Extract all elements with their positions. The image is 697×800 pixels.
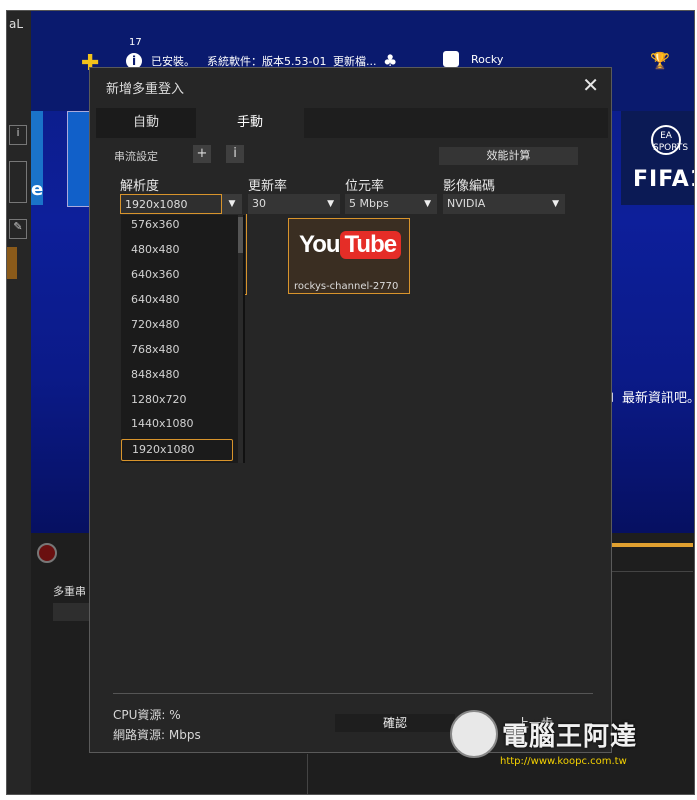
sidebar-panel-box[interactable] (9, 161, 27, 203)
resolution-dropdown-list: 576x360 480x480 640x360 640x480 720x480 … (121, 215, 245, 463)
resolution-option[interactable]: 640x360 (131, 268, 180, 281)
sidebar-active-marker (7, 247, 17, 279)
refresh-rate-value: 30 (252, 197, 266, 210)
stream-settings-label: 串流設定 (114, 150, 158, 163)
youtube-channel-card[interactable]: You Tube rockys-channel-2770 (288, 218, 410, 294)
resolution-label: 解析度 (120, 179, 160, 194)
multi-stream-label: 多重串 (53, 585, 86, 598)
refresh-rate-select[interactable]: 30 ▼ (248, 194, 340, 214)
encoder-select[interactable]: NVIDIA ▼ (443, 194, 565, 214)
close-icon[interactable]: ✕ (582, 73, 599, 97)
resolution-option[interactable]: 480x480 (131, 243, 180, 256)
resolution-chevron-down-icon[interactable]: ▼ (222, 194, 242, 214)
tab-manual[interactable]: 手動 (196, 108, 304, 138)
mode-tabs: 自動 手動 (96, 108, 608, 138)
chevron-down-icon: ▼ (327, 199, 334, 209)
game-side-text: 〕最新資訊吧。 (609, 391, 694, 406)
site-watermark: 電腦王阿達 http://www.koopc.com.tw (450, 706, 680, 776)
lower-divider (607, 571, 693, 572)
dropdown-scroll-thumb[interactable] (238, 217, 243, 253)
info-button[interactable]: i (226, 145, 244, 163)
sidebar-logo: aL (9, 17, 24, 31)
notification-count: 17 (129, 37, 142, 48)
lower-vertical-divider (307, 754, 308, 794)
left-sidebar: aL i ✎ (7, 11, 31, 794)
user-avatar-icon (443, 51, 459, 67)
ea-sports-badge: EA SPORTS (651, 125, 688, 155)
resolution-option[interactable]: 720x480 (131, 318, 180, 331)
sidebar-info-button[interactable]: i (9, 125, 27, 145)
fifa-tile: EA SPORTS FIFA1 (621, 111, 694, 205)
resolution-option[interactable]: 768x480 (131, 343, 180, 356)
progress-accent (607, 543, 693, 547)
tab-auto[interactable]: 自動 (96, 108, 196, 138)
dialog-footer-divider (113, 693, 593, 694)
sidebar-edit-icon[interactable]: ✎ (9, 219, 27, 239)
add-stream-button[interactable]: + (193, 145, 211, 163)
resolution-option[interactable]: 1440x1080 (131, 417, 194, 430)
resolution-option[interactable]: 848x480 (131, 368, 180, 381)
bitrate-value: 5 Mbps (349, 197, 389, 210)
bitrate-select[interactable]: 5 Mbps ▼ (345, 194, 437, 214)
refresh-rate-label: 更新率 (248, 179, 288, 194)
watermark-url: http://www.koopc.com.tw (500, 756, 627, 767)
resolution-option[interactable]: 640x480 (131, 293, 180, 306)
channel-name: rockys-channel-2770 (294, 281, 399, 292)
mascot-face-icon (450, 710, 498, 758)
trophy-icon: 🏆 (650, 51, 670, 70)
encoder-label: 影像編碼 (443, 179, 496, 194)
network-usage-label: 網路資源: Mbps (113, 728, 201, 742)
tile-letter: e (31, 179, 44, 200)
resolution-select[interactable]: 1920x1080 (120, 194, 222, 214)
resolution-option[interactable]: 576x360 (131, 218, 180, 231)
watermark-text: 電腦王阿達 (502, 722, 638, 752)
performance-calc-button[interactable]: 效能計算 (439, 147, 578, 165)
youtube-logo: You Tube (299, 231, 402, 259)
cpu-usage-label: CPU資源: % (113, 708, 181, 722)
lower-control-box[interactable] (53, 603, 93, 621)
chevron-down-icon: ▼ (552, 199, 559, 209)
confirm-button[interactable]: 確認 (335, 714, 455, 732)
bitrate-label: 位元率 (345, 179, 385, 194)
record-button[interactable] (37, 543, 57, 563)
add-multi-login-dialog: 新增多重登入 ✕ 自動 手動 串流設定 + i 效能計算 解析度 更新率 位元率… (89, 67, 612, 753)
fifa-title: FIFA1 (633, 167, 694, 192)
user-name: Rocky (471, 53, 504, 66)
encoder-value: NVIDIA (447, 197, 486, 210)
chevron-down-icon: ▼ (424, 199, 431, 209)
dialog-title: 新增多重登入 (106, 82, 185, 97)
resolution-option-selected[interactable]: 1920x1080 (121, 439, 233, 461)
resolution-option[interactable]: 1280x720 (131, 393, 187, 406)
youtube-logo-tube: Tube (339, 231, 402, 259)
youtube-logo-you: You (299, 231, 341, 258)
